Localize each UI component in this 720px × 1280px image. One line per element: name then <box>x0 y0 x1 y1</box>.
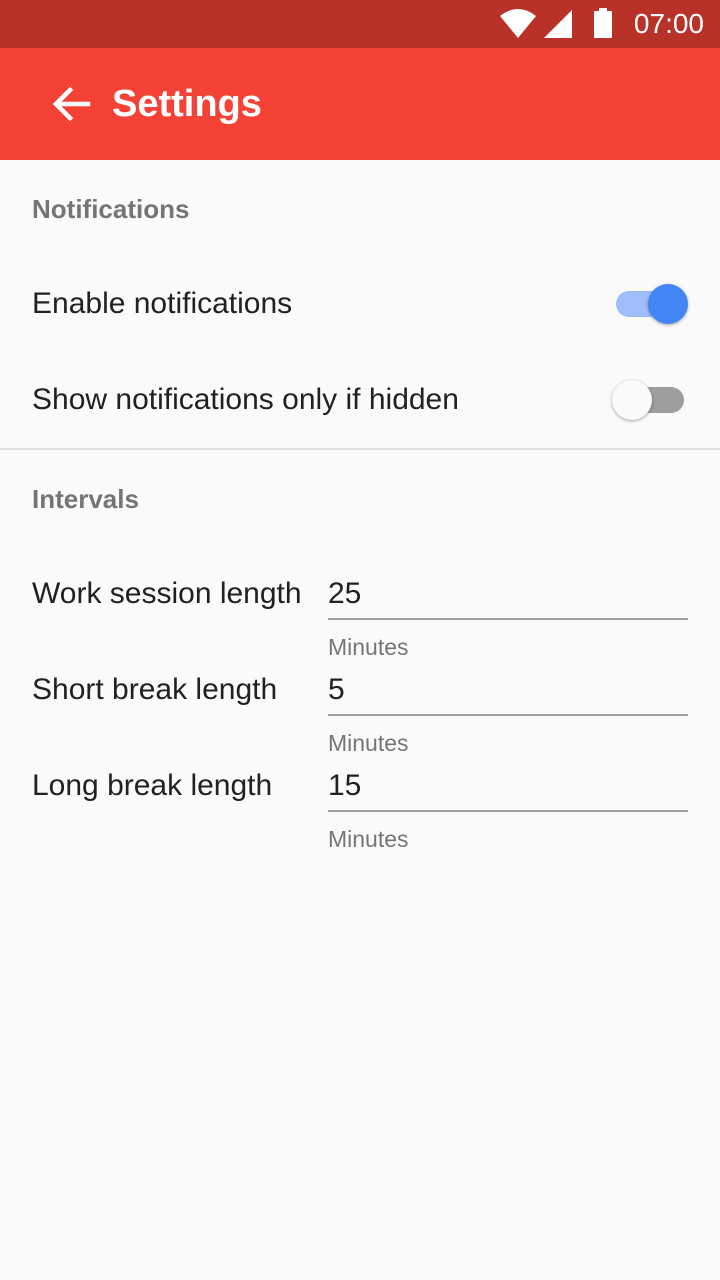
enable-notifications-label: Enable notifications <box>32 287 293 320</box>
battery-icon <box>594 8 612 38</box>
short-break-helper: Minutes <box>328 730 409 756</box>
enable-notifications-switch[interactable] <box>612 282 688 326</box>
long-break-helper: Minutes <box>328 826 409 852</box>
back-button[interactable] <box>40 72 104 136</box>
section-divider <box>0 448 720 450</box>
switch-thumb <box>648 284 688 324</box>
arrow-left-icon <box>52 86 91 122</box>
page-title: Settings <box>112 83 262 125</box>
wifi-icon <box>500 9 536 38</box>
cell-signal-icon <box>544 10 572 38</box>
status-bar: 07:00 <box>0 0 720 48</box>
short-break-label: Short break length <box>32 673 278 706</box>
long-break-label: Long break length <box>32 769 273 802</box>
only-if-hidden-label: Show notifications only if hidden <box>32 383 459 416</box>
work-session-input[interactable] <box>328 570 688 620</box>
section-title-notifications: Notifications <box>32 194 190 224</box>
switch-thumb <box>612 380 652 420</box>
work-session-helper: Minutes <box>328 634 409 660</box>
short-break-input[interactable] <box>328 666 688 716</box>
work-session-label: Work session length <box>32 577 302 610</box>
long-break-input[interactable] <box>328 762 688 812</box>
section-title-intervals: Intervals <box>32 484 139 514</box>
only-if-hidden-switch[interactable] <box>612 378 688 422</box>
status-time: 07:00 <box>633 8 704 39</box>
app-bar: Settings <box>0 48 720 160</box>
